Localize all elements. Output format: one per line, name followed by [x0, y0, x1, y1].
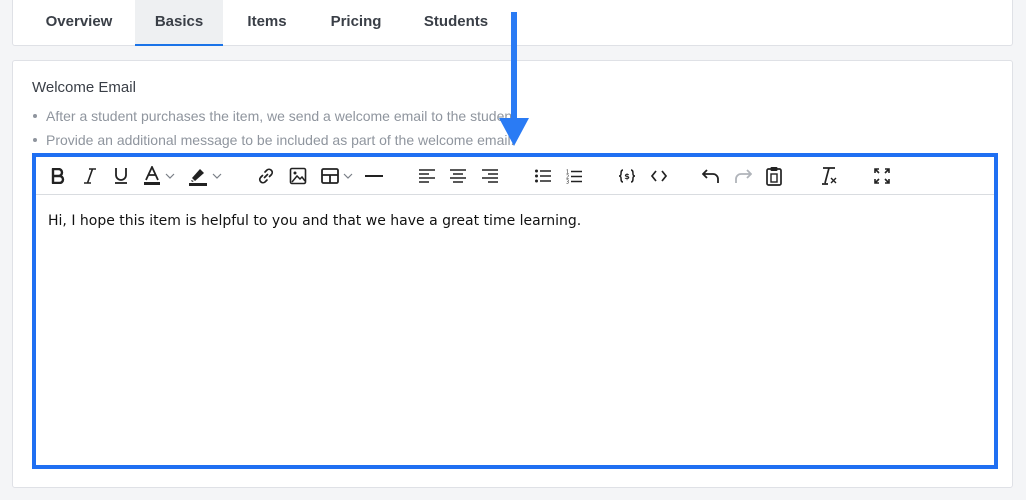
align-left-icon[interactable] — [415, 164, 439, 188]
link-icon[interactable] — [254, 164, 278, 188]
tab-students[interactable]: Students — [405, 0, 507, 46]
svg-text:$: $ — [624, 172, 630, 181]
help-item: After a student purchases the item, we s… — [32, 104, 520, 128]
bullet-list-icon[interactable] — [531, 164, 555, 188]
align-right-icon[interactable] — [478, 164, 502, 188]
undo-icon[interactable] — [699, 164, 723, 188]
fullscreen-icon[interactable] — [870, 164, 894, 188]
numbered-list-icon[interactable]: 123 — [562, 164, 586, 188]
tab-overview[interactable]: Overview — [27, 0, 131, 46]
underline-icon[interactable] — [109, 164, 133, 188]
help-list: After a student purchases the item, we s… — [32, 104, 520, 152]
redo-icon[interactable] — [731, 164, 755, 188]
chevron-down-icon[interactable] — [341, 164, 355, 188]
paste-icon[interactable] — [762, 164, 786, 188]
table-icon[interactable] — [318, 164, 342, 188]
editor-content[interactable]: Hi, I hope this item is helpful to you a… — [48, 213, 581, 229]
image-icon[interactable] — [286, 164, 310, 188]
text-color-icon[interactable] — [140, 164, 164, 188]
tab-items[interactable]: Items — [227, 0, 307, 46]
svg-text:3: 3 — [566, 179, 569, 184]
variable-icon[interactable]: $ — [615, 164, 639, 188]
chevron-down-icon[interactable] — [163, 164, 177, 188]
editor-toolbar: 123 $ — [36, 157, 994, 195]
horizontal-rule-icon[interactable] — [362, 164, 386, 188]
code-icon[interactable] — [647, 164, 671, 188]
chevron-down-icon[interactable] — [210, 164, 224, 188]
highlight-color-icon[interactable] — [186, 164, 210, 188]
rich-text-editor: 123 $ Hi, I hope this item is helpful to… — [32, 153, 998, 469]
clear-formatting-icon[interactable] — [817, 164, 841, 188]
bold-icon[interactable] — [46, 164, 70, 188]
help-item: Provide an additional message to be incl… — [32, 128, 520, 152]
annotation-arrow — [499, 12, 529, 146]
tab-pricing[interactable]: Pricing — [311, 0, 401, 46]
section-title: Welcome Email — [32, 79, 136, 96]
align-center-icon[interactable] — [446, 164, 470, 188]
italic-icon[interactable] — [78, 164, 102, 188]
tab-basics[interactable]: Basics — [135, 0, 223, 46]
